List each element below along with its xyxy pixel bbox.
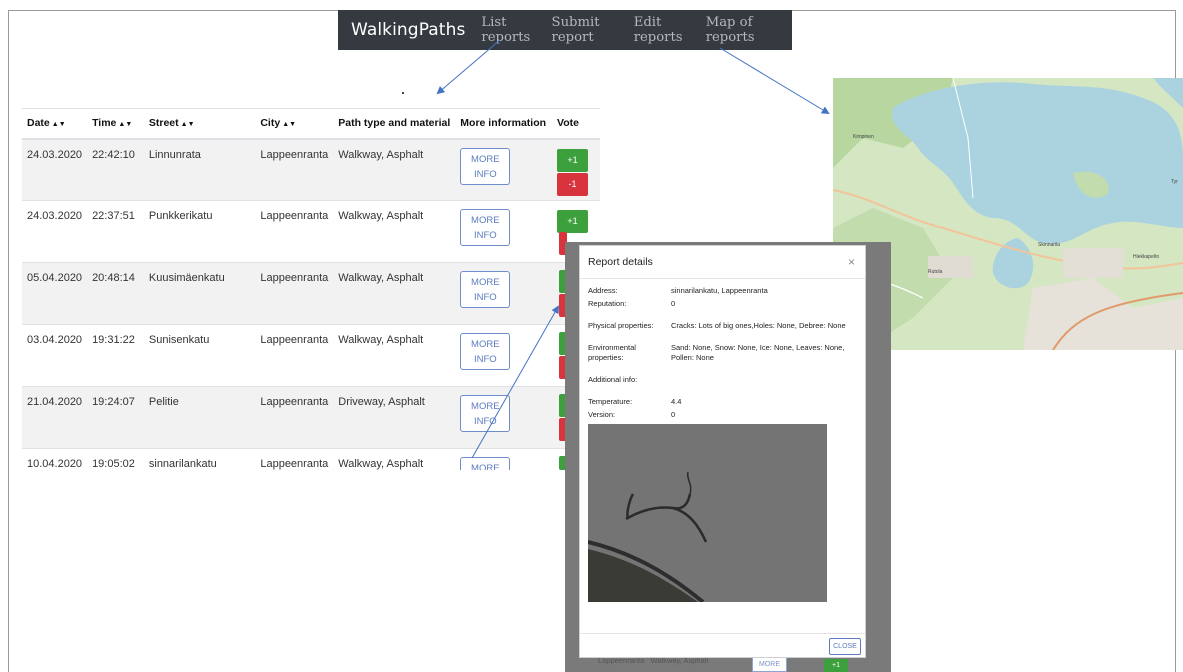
annotation-arrows [436,39,830,459]
arrow-map-of-reports [719,47,830,115]
arrow-list-reports [436,39,501,95]
arrow-more-info [471,305,559,459]
